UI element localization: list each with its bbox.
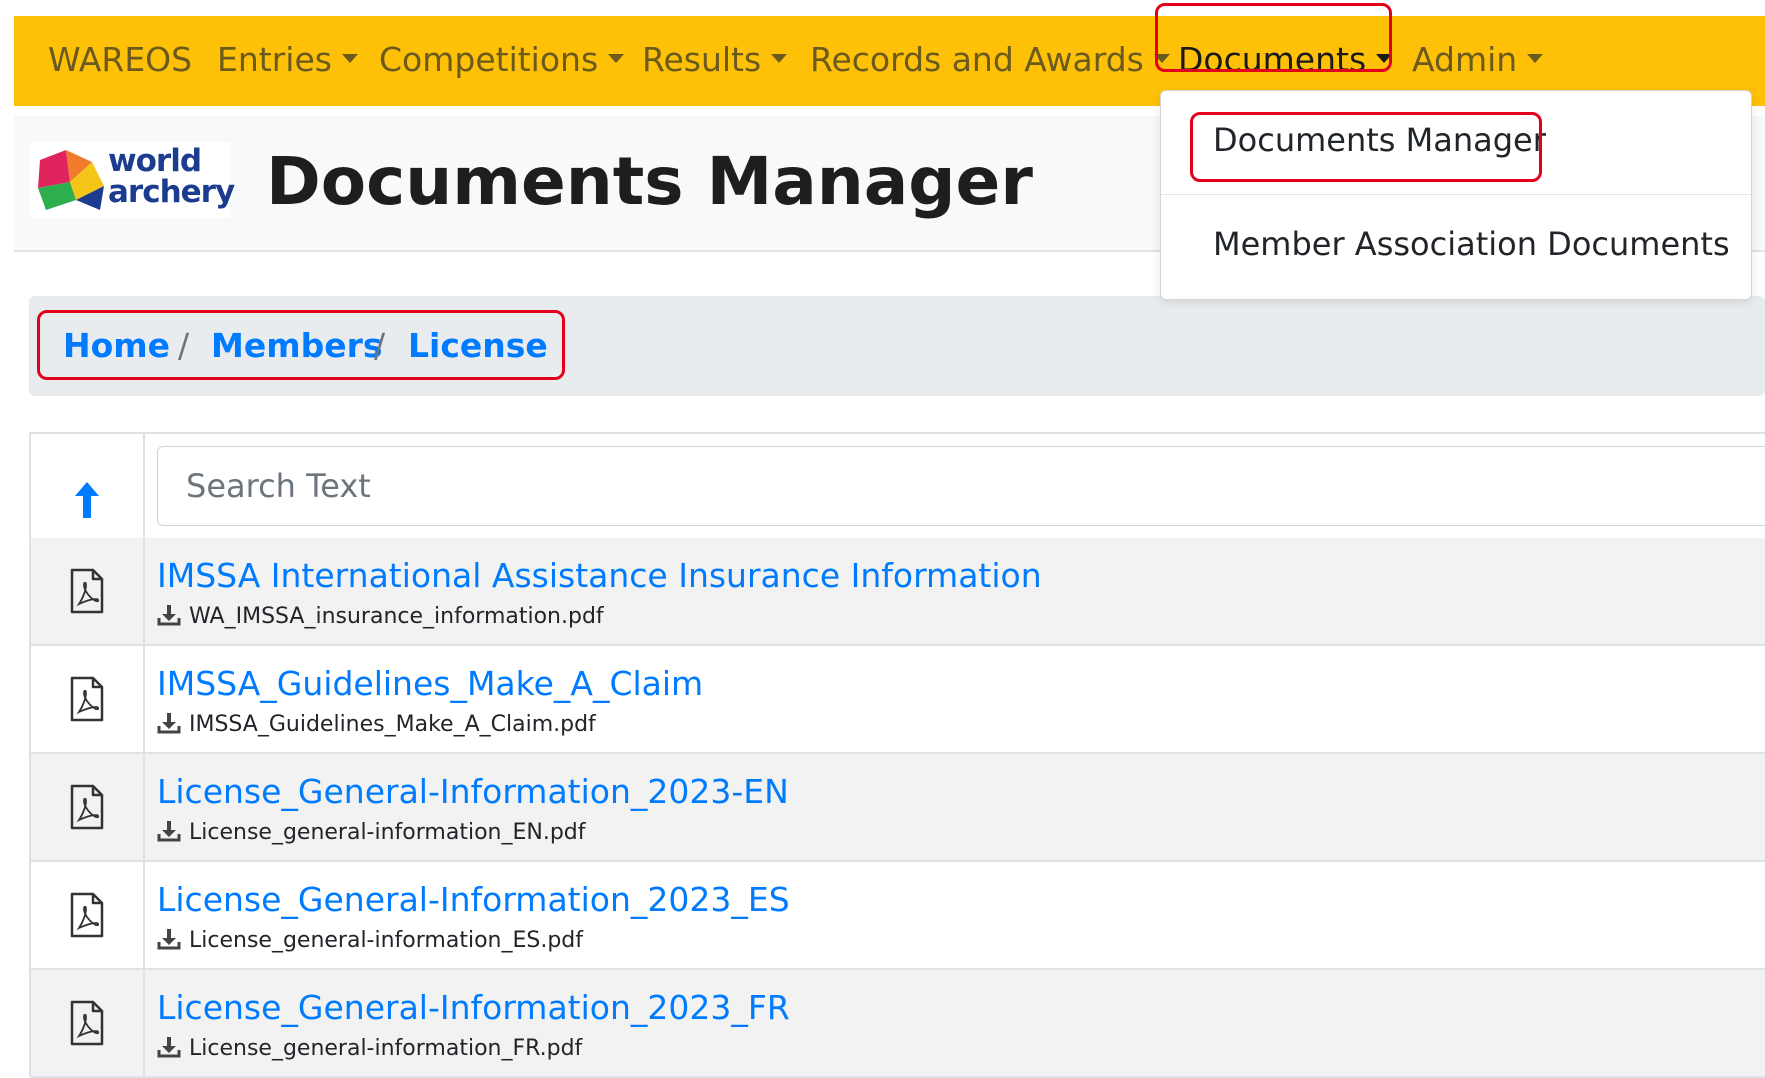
document-title-link[interactable]: IMSSA International Assistance Insurance…	[157, 556, 1042, 595]
nav-item-label: Competitions	[379, 40, 599, 79]
nav-item-records-and-awards[interactable]: Records and Awards	[810, 40, 1170, 80]
file-pdf-icon	[70, 1000, 104, 1046]
document-row: License_General-Information_2023-EN Lice…	[31, 754, 1765, 862]
nav-item-competitions[interactable]: Competitions	[379, 40, 625, 80]
world-archery-logo: world archery	[30, 142, 235, 218]
download-icon	[157, 821, 181, 842]
page-title: Documents Manager	[266, 143, 1033, 220]
document-title-link[interactable]: License_General-Information_2023_FR	[157, 988, 790, 1027]
caret-down-icon	[771, 54, 788, 63]
document-title-link[interactable]: License_General-Information_2023-EN	[157, 772, 789, 811]
documents-table: IMSSA International Assistance Insurance…	[29, 432, 1765, 1078]
arrow-up-icon[interactable]	[73, 480, 101, 520]
breadcrumb: Home / Members / License	[29, 296, 1765, 396]
breadcrumb-license[interactable]: License	[408, 326, 548, 365]
dropdown-divider	[1161, 194, 1751, 195]
nav-item-documents[interactable]: Documents	[1178, 40, 1393, 80]
file-pdf-icon	[70, 568, 104, 614]
document-row: License_General-Information_2023_FR Lice…	[31, 970, 1765, 1078]
download-icon	[157, 605, 181, 626]
file-pdf-icon	[70, 784, 104, 830]
breadcrumb-home[interactable]: Home	[63, 326, 170, 365]
document-row: IMSSA_Guidelines_Make_A_Claim IMSSA_Guid…	[31, 646, 1765, 754]
document-file-link[interactable]: IMSSA_Guidelines_Make_A_Claim.pdf	[157, 712, 596, 737]
dropdown-item-member-association-documents[interactable]: Member Association Documents	[1213, 225, 1730, 263]
nav-item-label: Results	[642, 40, 762, 79]
logo-text: world archery	[108, 143, 235, 210]
file-pdf-icon	[70, 676, 104, 722]
nav-item-label: Admin	[1412, 40, 1518, 79]
document-title-link[interactable]: IMSSA_Guidelines_Make_A_Claim	[157, 664, 703, 703]
nav-item-results[interactable]: Results	[642, 40, 788, 80]
breadcrumb-separator: /	[178, 326, 190, 365]
search-input[interactable]	[157, 446, 1765, 526]
download-icon	[157, 1037, 181, 1058]
breadcrumb-members[interactable]: Members	[211, 326, 383, 365]
logo-mark-icon	[38, 150, 104, 210]
nav-item-label: Entries	[217, 40, 332, 79]
nav-item-admin[interactable]: Admin	[1412, 40, 1544, 80]
nav-brand[interactable]: WAREOS	[48, 40, 192, 80]
breadcrumb-separator: /	[374, 326, 386, 365]
dropdown-item-documents-manager[interactable]: Documents Manager	[1213, 121, 1546, 159]
table-column-divider	[143, 434, 145, 1077]
document-row: License_General-Information_2023_ES Lice…	[31, 862, 1765, 970]
caret-down-icon	[608, 54, 625, 63]
document-file-link[interactable]: License_general-information_FR.pdf	[157, 1036, 582, 1061]
nav-item-entries[interactable]: Entries	[217, 40, 358, 80]
caret-down-icon	[1527, 54, 1544, 63]
documents-dropdown-menu: Documents Manager Member Association Doc…	[1160, 90, 1752, 300]
caret-down-icon	[1376, 54, 1393, 63]
document-row: IMSSA International Assistance Insurance…	[31, 538, 1765, 646]
download-icon	[157, 713, 181, 734]
file-pdf-icon	[70, 892, 104, 938]
document-file-link[interactable]: WA_IMSSA_insurance_information.pdf	[157, 604, 604, 629]
nav-item-label: Records and Awards	[810, 40, 1144, 79]
nav-item-label: Documents	[1178, 40, 1367, 79]
download-icon	[157, 929, 181, 950]
document-file-link[interactable]: License_general-information_ES.pdf	[157, 928, 583, 953]
search-row	[31, 434, 1765, 541]
document-title-link[interactable]: License_General-Information_2023_ES	[157, 880, 790, 919]
caret-down-icon	[1153, 54, 1170, 63]
document-file-link[interactable]: License_general-information_EN.pdf	[157, 820, 586, 845]
caret-down-icon	[341, 54, 358, 63]
